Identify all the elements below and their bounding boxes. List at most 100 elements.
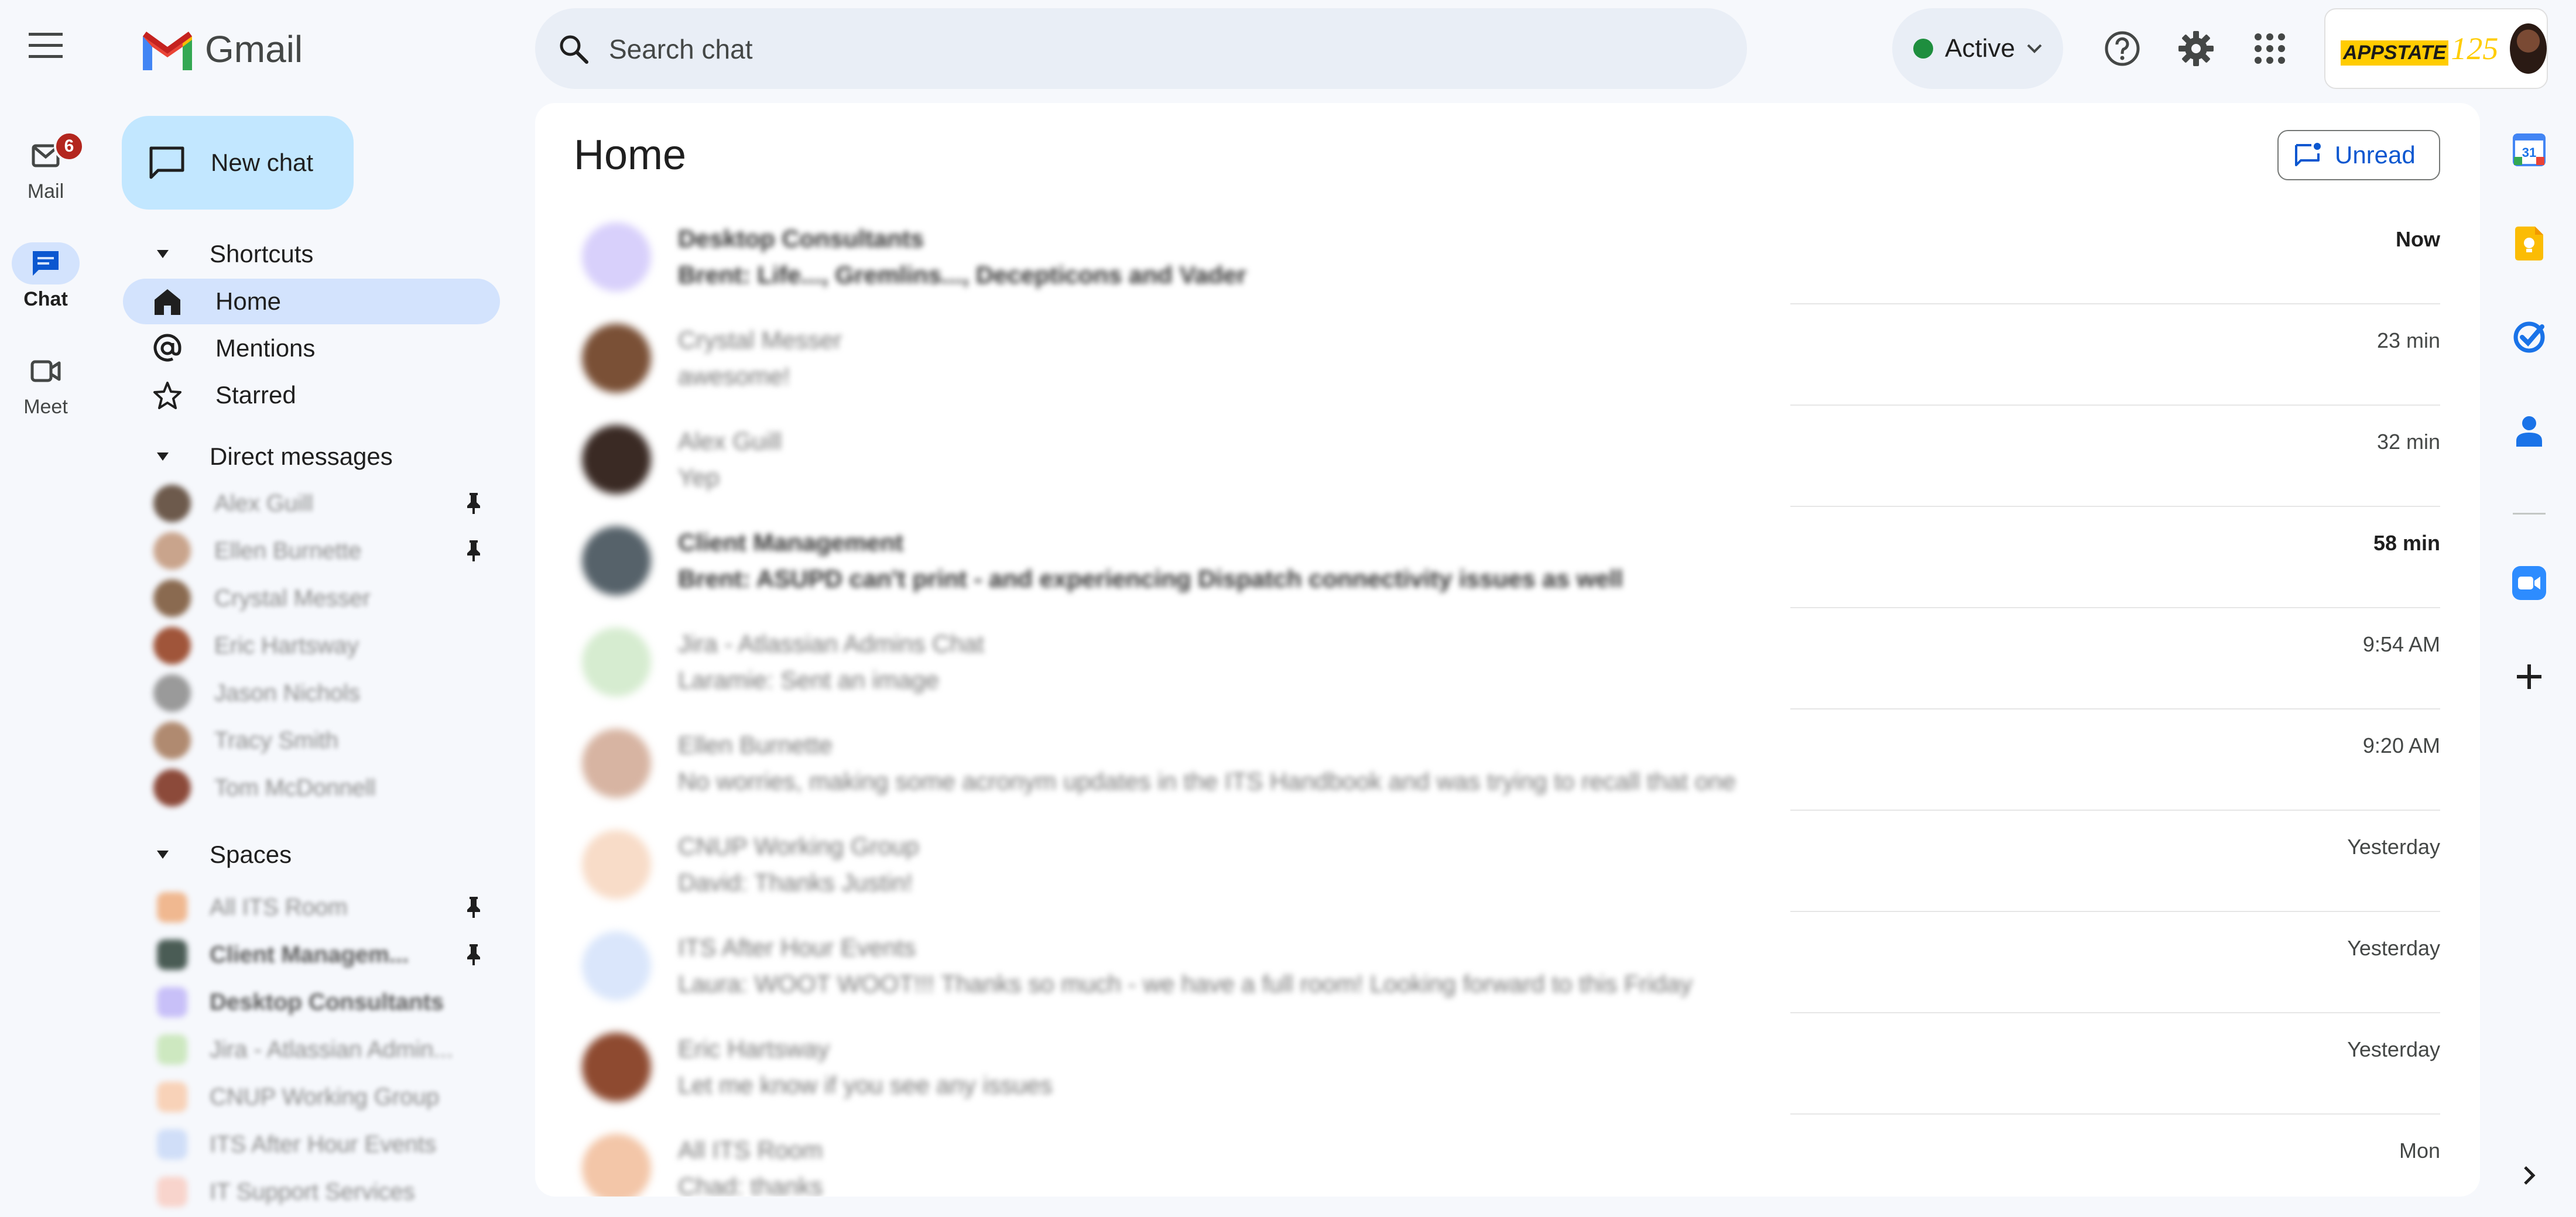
status-dropdown[interactable]: Active	[1892, 8, 2063, 89]
dm-name: Crystal Messer	[214, 585, 371, 611]
space-item[interactable]: All ITS Room	[153, 884, 505, 931]
space-item[interactable]: CNUP Working Group	[153, 1074, 505, 1120]
space-avatar	[157, 1082, 187, 1112]
settings-button[interactable]	[2170, 22, 2222, 75]
row-divider	[1790, 911, 2440, 912]
row-divider	[1790, 1113, 2440, 1115]
conversation-name: CNUP Working Group	[678, 832, 919, 860]
dm-avatar	[153, 485, 191, 522]
dm-item[interactable]: Ellen Burnette	[153, 527, 505, 574]
chevron-right-icon	[2524, 1166, 2536, 1185]
conversation-row[interactable]: All ITS Room Chad: thanks Mon	[535, 1115, 2480, 1197]
org-logo-text: APPSTATE	[2341, 40, 2449, 66]
conversation-row[interactable]: Client Management Brent: ASUPD can't prin…	[535, 508, 2480, 608]
contacts-icon	[2516, 416, 2542, 447]
conversation-row[interactable]: Desktop Consultants Brent: Life..., Greml…	[535, 204, 2480, 304]
unread-label: Unread	[2335, 141, 2416, 169]
rail-chat[interactable]: Chat	[0, 242, 91, 311]
calendar-app-button[interactable]: 31	[2503, 124, 2555, 176]
nav-item-label: Mentions	[215, 334, 316, 362]
help-icon	[2105, 31, 2140, 66]
status-dot	[1913, 39, 1933, 59]
dm-item[interactable]: Jason Nichols	[153, 670, 505, 717]
contacts-app-button[interactable]	[2503, 405, 2555, 457]
zoom-icon	[2512, 566, 2546, 600]
rail-mail-pill[interactable]: 6	[12, 131, 84, 177]
help-button[interactable]	[2096, 22, 2149, 75]
dm-item[interactable]: Tom McDonnell	[153, 765, 505, 811]
space-item[interactable]: Jira - Atlassian Admin...	[153, 1026, 505, 1073]
conversation-time: Yesterday	[2347, 936, 2440, 960]
app-name: Gmail	[205, 28, 303, 70]
conversation-row[interactable]: ITS After Hour Events Laura: WOOT WOOT!!!…	[535, 913, 2480, 1013]
rail-meet-pill[interactable]	[12, 350, 80, 392]
nav-item-mentions[interactable]: Mentions	[123, 325, 500, 371]
space-name: All ITS Room	[210, 894, 348, 920]
space-avatar	[157, 1129, 187, 1160]
rail-meet[interactable]: Meet	[0, 350, 91, 419]
conversation-name: Desktop Consultants	[678, 225, 924, 252]
rail-mail-label: Mail	[27, 180, 64, 203]
rail-mail[interactable]: 6 Mail	[0, 131, 91, 203]
spaces-section-toggle[interactable]: Spaces	[151, 837, 292, 872]
conversation-row[interactable]: CNUP Working Group David: Thanks Justin! Y…	[535, 811, 2480, 912]
unread-chat-icon	[2295, 143, 2321, 166]
conversation-snippet: Laramie: Sent an image	[678, 666, 939, 694]
conversation-snippet: Let me know if you see any issues	[678, 1071, 1053, 1099]
search-input[interactable]	[608, 8, 1711, 90]
avatar	[2510, 23, 2547, 74]
nav-item-home[interactable]: Home	[123, 279, 500, 324]
dm-item[interactable]: Crystal Messer	[153, 575, 505, 622]
search-bar[interactable]	[535, 8, 1747, 90]
space-name: CNUP Working Group	[210, 1084, 439, 1110]
zoom-app-button[interactable]	[2503, 557, 2555, 609]
nav-item-starred[interactable]: Starred	[123, 372, 500, 418]
conversation-snippet: Yep	[678, 464, 720, 491]
conversation-row[interactable]: Alex Guill Yep 32 min	[535, 406, 2480, 507]
conversation-row[interactable]: Jira - Atlassian Admins Chat Laramie: Sen…	[535, 609, 2480, 709]
row-divider	[1790, 404, 2440, 406]
menu-icon	[29, 33, 63, 58]
direct-messages-section-toggle[interactable]: Direct messages	[151, 439, 393, 474]
dm-item[interactable]: Tracy Smith	[153, 717, 505, 764]
dm-item[interactable]: Alex Guill	[153, 480, 505, 527]
dm-name: Jason Nichols	[214, 680, 361, 706]
row-divider	[1790, 708, 2440, 709]
dm-avatar	[153, 674, 191, 712]
conversation-row[interactable]: Eric Hartsway Let me know if you see any …	[535, 1014, 2480, 1115]
add-app-button[interactable]	[2503, 651, 2555, 702]
space-avatar	[157, 1034, 187, 1065]
account-button[interactable]: APPSTATE 125	[2324, 8, 2548, 89]
search-icon[interactable]	[559, 34, 589, 64]
keep-icon	[2515, 227, 2543, 260]
conversation-time: 32 min	[2376, 430, 2440, 454]
dm-item[interactable]: Eric Hartsway	[153, 622, 505, 669]
tasks-app-button[interactable]	[2503, 311, 2555, 363]
pin-icon	[467, 540, 480, 561]
conversation-name: All ITS Room	[678, 1136, 823, 1164]
conversation-row[interactable]: Ellen Burnette No worries, making some ac…	[535, 710, 2480, 811]
conversation-snippet: awesome!	[678, 362, 790, 390]
new-chat-button[interactable]: New chat	[122, 116, 354, 210]
space-avatar	[157, 892, 187, 923]
conversation-row[interactable]: Crystal Messer awesome! 23 min	[535, 305, 2480, 406]
main-menu-button[interactable]	[23, 23, 68, 68]
conversation-snippet: No worries, making some acronym updates …	[678, 767, 1736, 795]
unread-filter-button[interactable]: Unread	[2277, 130, 2440, 180]
conversation-time: Yesterday	[2347, 1037, 2440, 1061]
keep-app-button[interactable]	[2503, 218, 2555, 269]
show-side-panel-button[interactable]	[2503, 1150, 2555, 1201]
space-avatar	[157, 1177, 187, 1207]
space-item[interactable]: ITS After Hour Events	[153, 1121, 505, 1168]
side-panel-divider	[2513, 513, 2546, 515]
rail-chat-pill[interactable]	[12, 242, 80, 284]
gmail-logo[interactable]: Gmail	[139, 26, 303, 73]
space-item[interactable]: Client Managem...	[153, 931, 505, 978]
conversation-avatar	[582, 1033, 651, 1102]
apps-button[interactable]	[2243, 22, 2296, 75]
row-divider	[1790, 1012, 2440, 1013]
shortcuts-section-toggle[interactable]: Shortcuts	[151, 236, 313, 272]
space-item[interactable]: Desktop Consultants	[153, 979, 505, 1026]
spaces-heading: Spaces	[210, 841, 292, 868]
space-item[interactable]: IT Support Services	[153, 1168, 505, 1215]
